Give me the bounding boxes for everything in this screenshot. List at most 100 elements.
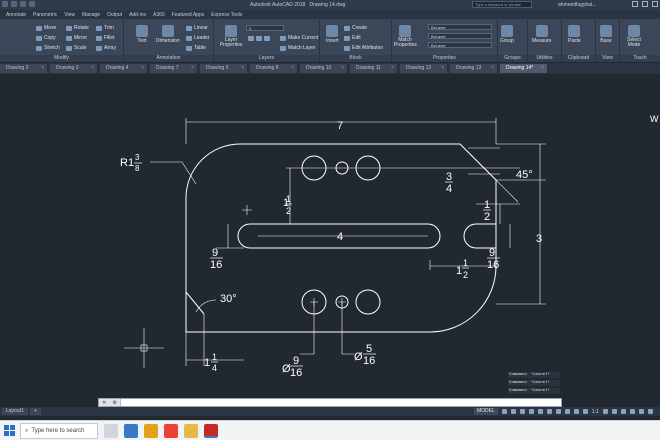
layer-properties-button[interactable]: Layer Properties [218, 25, 244, 48]
text-button[interactable]: Text [136, 25, 148, 44]
match-properties-button[interactable]: Match Properties [394, 25, 417, 48]
autocad-taskbar-icon[interactable] [204, 424, 218, 438]
doc-tab[interactable]: Drawing 10 × [300, 64, 348, 73]
close-icon[interactable]: × [291, 64, 294, 73]
panel-label-block[interactable]: Block [320, 55, 391, 62]
leader-tool[interactable]: Leader [186, 35, 210, 41]
workspace-icon[interactable] [602, 409, 608, 414]
undo-icon[interactable] [29, 1, 35, 7]
color-dropdown[interactable]: ByLayer [428, 24, 492, 30]
ortho-icon[interactable] [519, 409, 525, 414]
base-button[interactable]: Base [600, 25, 612, 44]
windows-start-icon[interactable] [4, 425, 15, 436]
move-tool[interactable]: Move [36, 25, 56, 31]
layer-dropdown[interactable]: 0 [246, 25, 284, 31]
group-button[interactable]: Group [500, 25, 514, 44]
mirror-tool[interactable]: Mirror [66, 35, 87, 41]
tab-a360[interactable]: A360 [153, 12, 165, 18]
trim-tool[interactable]: Trim [96, 25, 114, 31]
close-icon[interactable]: × [91, 64, 94, 73]
make-current-tool[interactable]: Make Current [280, 35, 318, 41]
doc-tab[interactable]: Drawing 8 × [250, 64, 298, 73]
add-layout-button[interactable]: + [30, 408, 41, 415]
panel-label-utilities[interactable]: Utilities [528, 55, 561, 62]
doc-tab[interactable]: Drawing 13 × [450, 64, 498, 73]
task-view-icon[interactable] [104, 424, 118, 438]
edit-attributes-tool[interactable]: Edit Attributes [344, 45, 383, 51]
scale-tool[interactable]: Scale [66, 45, 87, 51]
close-icon[interactable]: ✕ [102, 400, 106, 406]
help-search-input[interactable]: Type a keyword or phrase [472, 1, 532, 8]
close-icon[interactable] [652, 1, 658, 7]
paste-button[interactable]: Paste [568, 25, 581, 44]
panel-label-clipboard[interactable]: Clipboard [562, 55, 595, 62]
grid-icon[interactable] [501, 409, 507, 414]
panel-label-touch[interactable]: Touch [620, 55, 660, 62]
lineweight-dropdown[interactable]: ByLayer [428, 42, 492, 48]
edit-block-tool[interactable]: Edit [344, 35, 361, 41]
drawing-svg[interactable]: 7 3 4 45° 30° R1 3 8 3 4 1 1 2 1 2 9 16 … [0, 74, 660, 400]
linetype-dropdown[interactable]: ByLayer [428, 33, 492, 39]
selection-cycling-icon[interactable] [573, 409, 579, 414]
rotate-tool[interactable]: Rotate [66, 25, 89, 31]
panel-label-annotation[interactable]: Annotation [124, 55, 213, 62]
close-icon[interactable]: × [241, 64, 244, 73]
folder-icon[interactable] [184, 424, 198, 438]
snap-icon[interactable] [510, 409, 516, 414]
polar-icon[interactable] [528, 409, 534, 414]
isolate-icon[interactable] [620, 409, 626, 414]
doc-tab[interactable]: Drawing 2 × [0, 64, 48, 73]
tab-annotate[interactable]: Annotate [6, 12, 26, 18]
tab-addins[interactable]: Add-ins [129, 12, 146, 18]
panel-label-properties[interactable]: Properties [392, 55, 497, 62]
tab-express-tools[interactable]: Express Tools [211, 12, 242, 18]
stretch-tool[interactable]: Stretch [36, 45, 60, 51]
match-layer-tool[interactable]: Match Layer [280, 45, 316, 51]
tab-parametric[interactable]: Parametric [33, 12, 57, 18]
transparency-icon[interactable] [564, 409, 570, 414]
edge-icon[interactable] [124, 424, 138, 438]
doc-tab[interactable]: Drawing 3 × [50, 64, 98, 73]
close-icon[interactable]: × [41, 64, 44, 73]
fillet-tool[interactable]: Fillet [96, 35, 115, 41]
osnap-icon[interactable] [537, 409, 543, 414]
doc-tab[interactable]: Drawing 12 × [400, 64, 448, 73]
new-icon[interactable] [2, 1, 8, 7]
doc-tab-active[interactable]: Drawing 14* × [500, 64, 548, 73]
units-icon[interactable] [611, 409, 617, 414]
panel-label-view[interactable]: View [596, 55, 619, 62]
close-icon[interactable]: × [441, 64, 444, 73]
user-account[interactable]: ahmeedfugyhal... [558, 2, 596, 8]
clean-screen-icon[interactable] [638, 409, 644, 414]
minimize-icon[interactable] [632, 1, 638, 7]
layout-tab[interactable]: Layout1 [2, 408, 28, 415]
doc-tab[interactable]: Drawing 11 × [350, 64, 398, 73]
layer-state-icons[interactable] [248, 36, 270, 41]
customization-icon[interactable] [647, 409, 653, 414]
doc-tab[interactable]: Drawing 5 × [200, 64, 248, 73]
close-icon[interactable]: × [391, 64, 394, 73]
create-block-tool[interactable]: Create [344, 25, 367, 31]
insert-button[interactable]: Insert [326, 25, 339, 44]
close-icon[interactable]: × [491, 64, 494, 73]
close-icon[interactable]: × [541, 64, 544, 73]
doc-tab[interactable]: Drawing 4 × [100, 64, 148, 73]
linear-tool[interactable]: Linear [186, 25, 208, 31]
tab-manage[interactable]: Manage [82, 12, 100, 18]
panel-label-layers[interactable]: Layers [214, 55, 319, 62]
array-tool[interactable]: Array [96, 45, 116, 51]
close-icon[interactable]: × [191, 64, 194, 73]
doc-tab[interactable]: Drawing 7 × [150, 64, 198, 73]
open-icon[interactable] [11, 1, 17, 7]
otrack-icon[interactable] [546, 409, 552, 414]
file-explorer-icon[interactable] [144, 424, 158, 438]
tab-output[interactable]: Output [107, 12, 122, 18]
panel-label-groups[interactable]: Groups [498, 55, 527, 62]
close-icon[interactable]: × [141, 64, 144, 73]
save-icon[interactable] [20, 1, 26, 7]
dimension-button[interactable]: Dimension [156, 25, 180, 44]
drawing-canvas[interactable]: 7 3 4 45° 30° R1 3 8 3 4 1 1 2 1 2 9 16 … [0, 74, 660, 400]
panel-label-modify[interactable]: Modify [0, 55, 123, 62]
table-tool[interactable]: Table [186, 45, 206, 51]
model-space-toggle[interactable]: MODEL [474, 408, 498, 415]
